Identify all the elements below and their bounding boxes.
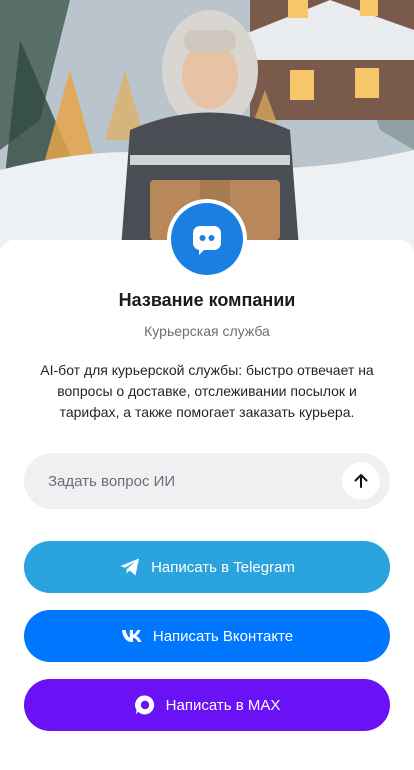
max-icon: [134, 694, 156, 716]
arrow-up-icon: [352, 472, 370, 490]
ask-ai-field: [24, 453, 390, 509]
company-description: AI-бот для курьерской службы: быстро отв…: [40, 362, 374, 420]
ask-ai-input[interactable]: [48, 472, 342, 490]
telegram-icon: [119, 557, 141, 577]
company-name: Название компании: [118, 290, 296, 310]
telegram-button-label: Написать в Telegram: [151, 558, 295, 576]
max-button-label: Написать в MAX: [165, 696, 281, 714]
company-category: Курьерская служба: [144, 323, 270, 339]
max-button[interactable]: Написать в MAX: [24, 679, 390, 731]
send-button[interactable]: [342, 462, 380, 500]
telegram-button[interactable]: Написать в Telegram: [24, 541, 390, 593]
vk-icon: [121, 629, 143, 643]
vk-button[interactable]: Написать Вконтакте: [24, 610, 390, 662]
vk-button-label: Написать Вконтакте: [152, 627, 294, 645]
chat-bot-logo-icon: [171, 203, 243, 275]
company-avatar: [167, 199, 247, 279]
